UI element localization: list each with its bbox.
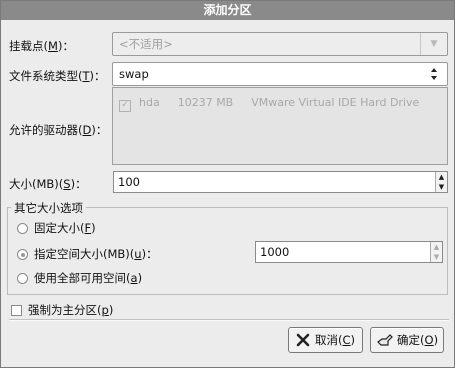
spin-up-icon[interactable]: ▲ [436, 172, 447, 182]
cancel-button[interactable]: 取消(C) [288, 327, 363, 353]
size-spinner[interactable]: 100 ▲ ▼ [113, 171, 448, 193]
mount-point-combo[interactable]: <不适用> ▼ [112, 32, 448, 56]
chevron-down-icon: ▼ [420, 33, 447, 55]
drive-model: VMware Virtual IDE Hard Drive [251, 96, 420, 109]
ok-button[interactable]: 确定(O) [370, 327, 444, 353]
fs-type-label: 文件系统类型(T)： [9, 69, 106, 83]
dialog-title: 添加分区 [1, 1, 454, 20]
size-value: 100 [118, 175, 140, 189]
mount-point-value: <不适用> [119, 37, 173, 51]
fixed-size-radio[interactable] [17, 223, 28, 234]
updown-arrows-icon [421, 63, 447, 85]
up-to-size-value: 1000 [260, 245, 290, 259]
spinner-buttons: ▲ ▼ [435, 172, 447, 192]
drives-list[interactable]: ✓ hda 10237 MB VMware Virtual IDE Hard Driv… [112, 87, 448, 165]
mount-point-label: 挂载点(M)： [9, 39, 74, 53]
fs-type-combo[interactable]: swap [112, 62, 448, 86]
fixed-size-label[interactable]: 固定大小(F) [34, 220, 96, 236]
up-to-size-label[interactable]: 指定空间大小(MB)(u)： [34, 246, 158, 262]
spin-down-icon[interactable]: ▼ [431, 252, 442, 262]
force-primary-label[interactable]: 强制为主分区(p) [28, 302, 113, 318]
spin-up-icon[interactable]: ▲ [431, 242, 442, 252]
force-primary-checkbox[interactable] [11, 305, 22, 316]
add-partition-dialog: 添加分区 挂载点(M)： <不适用> ▼ 文件系统类型(T)： swap 允许的… [0, 0, 455, 368]
list-item[interactable]: ✓ hda 10237 MB VMware Virtual IDE Hard Driv… [119, 96, 419, 112]
ok-hand-icon [377, 334, 393, 346]
size-label: 大小(MB)(S)： [9, 177, 87, 191]
spin-down-icon[interactable]: ▼ [436, 182, 447, 192]
up-to-size-radio[interactable] [17, 249, 28, 260]
spinner-buttons: ▲ ▼ [430, 242, 442, 262]
drive-size: 10237 MB [177, 96, 234, 109]
drive-name: hda [139, 96, 160, 109]
size-options-title: 其它大小选项 [11, 200, 86, 216]
up-to-size-spinner[interactable]: 1000 ▲ ▼ [255, 241, 443, 263]
fill-all-label[interactable]: 使用全部可用空间(a) [34, 270, 142, 286]
separator [9, 319, 449, 321]
checkbox-checked-icon[interactable]: ✓ [119, 100, 131, 112]
drives-label: 允许的驱动器(D)： [9, 123, 108, 137]
cancel-x-icon [296, 333, 310, 347]
fs-type-value: swap [119, 67, 149, 81]
fill-all-radio[interactable] [17, 273, 28, 284]
